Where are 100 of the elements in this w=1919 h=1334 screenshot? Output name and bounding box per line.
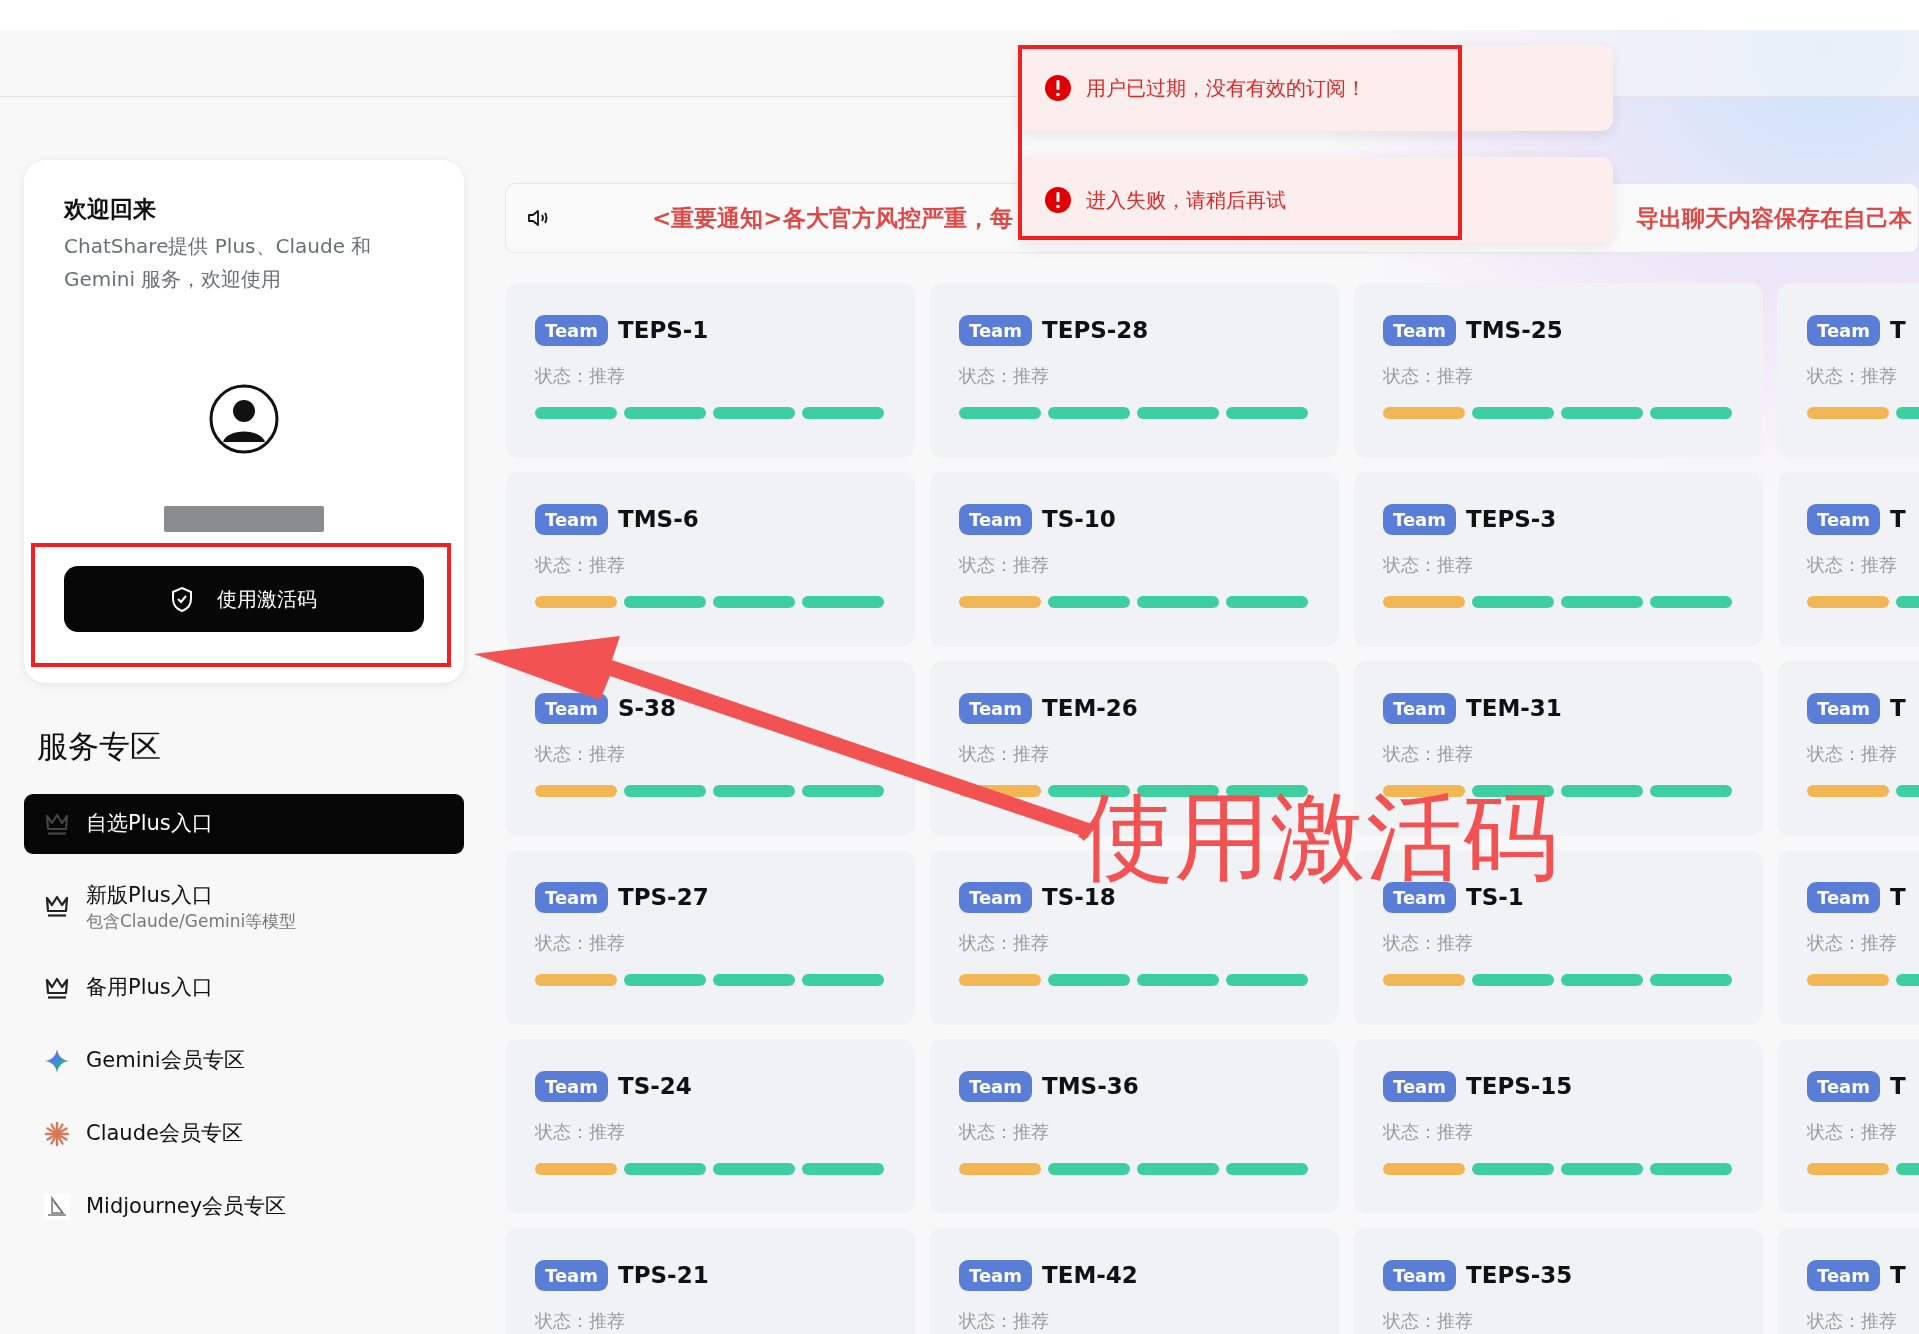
team-badge: Team [959,692,1032,724]
notice-text: <重要通知>各大官方风控严重，每 [652,203,1013,233]
account-card[interactable]: Team TEM-42 状态：推荐 [929,1228,1339,1334]
shield-check-icon [171,585,193,612]
account-name: T [1890,316,1906,345]
account-card[interactable]: Team TS-10 状态：推荐 [929,472,1339,647]
account-name: TS-10 [1042,505,1116,534]
account-name: T [1890,1072,1906,1101]
error-icon [1044,74,1072,102]
account-name: TS-1 [1466,883,1524,912]
status-text: 状态：推荐 [1383,1119,1474,1144]
account-card[interactable]: Team TEPS-3 状态：推荐 [1353,472,1763,647]
welcome-subtitle: ChatShare提供 Plus、Claude 和 Gemini 服务，欢迎使用 [64,232,373,293]
team-badge: Team [959,314,1032,346]
account-name: TMS-6 [618,505,699,534]
team-badge: Team [959,503,1032,535]
status-text: 状态：推荐 [535,1119,626,1144]
status-text: 状态：推荐 [959,552,1050,577]
account-card[interactable]: Team S-38 状态：推荐 [505,661,915,836]
account-name: T [1890,883,1906,912]
team-badge: Team [1807,881,1880,913]
status-text: 状态：推荐 [1383,741,1474,766]
account-card[interactable]: Team T 状态：推荐 [1777,1228,1919,1334]
account-card[interactable]: Team TEPS-35 状态：推荐 [1353,1228,1763,1334]
sidebar-item[interactable]: 新版Plus入口 包含Claude/Gemini等模型 [24,866,464,945]
error-icon [1044,186,1072,214]
status-text: 状态：推荐 [1383,552,1474,577]
account-name: T [1890,694,1906,723]
status-text: 状态：推荐 [959,930,1050,955]
crown-icon [44,811,70,836]
account-name: T [1890,505,1906,534]
team-badge: Team [535,503,608,535]
team-badge: Team [1807,692,1880,724]
account-name: TEPS-35 [1466,1261,1573,1290]
team-badge: Team [1383,503,1456,535]
account-card[interactable]: Team TMS-25 状态：推荐 [1353,283,1763,458]
status-text: 状态：推荐 [959,363,1050,388]
sidebar-item[interactable]: Gemini会员专区 [24,1030,464,1091]
account-card[interactable]: Team TMS-36 状态：推荐 [929,1039,1339,1214]
notice-text: 导出聊天内容保存在自己本 [1636,203,1912,233]
team-badge: Team [959,1070,1032,1102]
team-badge: Team [535,692,608,724]
account-card[interactable]: Team TEPS-15 状态：推荐 [1353,1039,1763,1214]
sidebar-item[interactable]: Midjourney会员专区 [24,1176,464,1237]
team-badge: Team [1383,881,1456,913]
team-badge: Team [1383,314,1456,346]
team-badge: Team [1383,692,1456,724]
status-text: 状态：推荐 [1807,930,1898,955]
sailboat-icon [44,1193,70,1220]
status-text: 状态：推荐 [959,1308,1050,1333]
status-text: 状态：推荐 [1807,363,1898,388]
crown-icon [44,975,70,1000]
account-card[interactable]: Team TMS-6 状态：推荐 [505,472,915,647]
account-name: TEM-31 [1466,694,1562,723]
team-badge: Team [535,314,608,346]
status-text: 状态：推荐 [1807,1308,1898,1333]
welcome-title: 欢迎回来 [64,196,157,224]
account-card[interactable]: Team TEPS-28 状态：推荐 [929,283,1339,458]
status-text: 状态：推荐 [1807,741,1898,766]
team-badge: Team [1807,1259,1880,1291]
sidebar-item[interactable]: 自选Plus入口 [24,793,464,854]
team-badge: Team [535,881,608,913]
status-text: 状态：推荐 [535,741,626,766]
account-card[interactable]: Team TS-24 状态：推荐 [505,1039,915,1214]
account-card[interactable]: Team T 状态：推荐 [1777,1039,1919,1214]
status-text: 状态：推荐 [535,1308,626,1333]
team-badge: Team [1383,1070,1456,1102]
account-name: S-38 [618,694,677,723]
sidebar-item[interactable]: 备用Plus入口 [24,957,464,1018]
account-card[interactable]: Team T 状态：推荐 [1777,850,1919,1025]
status-text: 状态：推荐 [535,552,626,577]
activate-code-button[interactable]: 使用激活码 [64,565,424,632]
account-name: TEPS-3 [1466,505,1557,534]
status-text: 状态：推荐 [1807,552,1898,577]
status-text: 状态：推荐 [1383,930,1474,955]
account-name: TS-24 [618,1072,692,1101]
account-card[interactable]: Team TPS-21 状态：推荐 [505,1228,915,1334]
account-card[interactable]: Team T 状态：推荐 [1777,472,1919,647]
account-name: TEPS-15 [1466,1072,1573,1101]
team-badge: Team [535,1070,608,1102]
avatar-icon [209,383,279,454]
account-name: TPS-21 [618,1261,709,1290]
status-text: 状态：推荐 [1383,363,1474,388]
status-text: 状态：推荐 [959,741,1050,766]
status-text: 状态：推荐 [1807,1119,1898,1144]
account-card[interactable]: Team TEPS-1 状态：推荐 [505,283,915,458]
account-name: TPS-27 [618,883,709,912]
team-badge: Team [1807,1070,1880,1102]
account-name: TEPS-1 [618,316,709,345]
status-text: 状态：推荐 [535,363,626,388]
sidebar-item[interactable]: Claude会员专区 [24,1103,464,1164]
team-badge: Team [535,1259,608,1291]
team-badge: Team [1807,314,1880,346]
asterisk-icon [44,1120,70,1147]
status-text: 状态：推荐 [959,1119,1050,1144]
team-badge: Team [1383,1259,1456,1291]
account-name: TEM-26 [1042,694,1138,723]
account-card[interactable]: Team TPS-27 状态：推荐 [505,850,915,1025]
account-card[interactable]: Team T 状态：推荐 [1777,661,1919,836]
account-card[interactable]: Team T 状态：推荐 [1777,283,1919,458]
